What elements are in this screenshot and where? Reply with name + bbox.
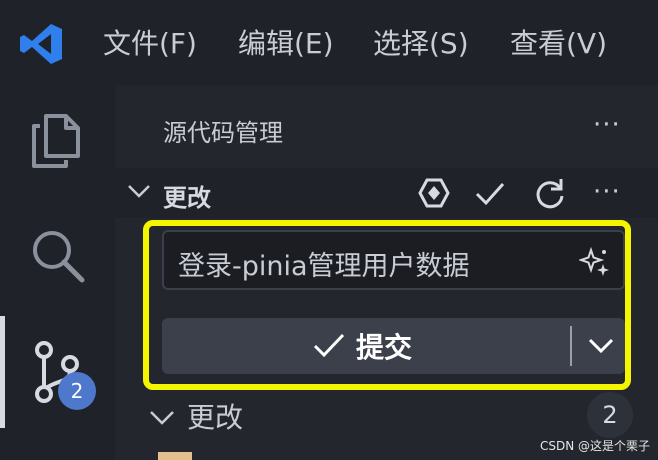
changes-group-header[interactable]: 更改 2 bbox=[115, 392, 658, 440]
vscode-logo-icon bbox=[20, 24, 62, 64]
active-view-indicator bbox=[0, 316, 5, 428]
chevron-down-icon[interactable] bbox=[127, 182, 151, 202]
highlight-annotation bbox=[143, 220, 631, 390]
sidebar-title: 源代码管理 bbox=[163, 119, 283, 147]
sidebar-header: 源代码管理 ··· bbox=[115, 85, 658, 168]
graph-icon[interactable] bbox=[417, 176, 451, 210]
menu-file[interactable]: 文件(F) bbox=[103, 22, 197, 66]
section-more-actions-icon[interactable]: ··· bbox=[593, 179, 621, 205]
file-icon bbox=[158, 452, 192, 460]
changes-chevron-down-icon[interactable] bbox=[149, 408, 175, 428]
changes-section-header[interactable]: 更改 ··· bbox=[115, 168, 658, 218]
commit-check-icon[interactable] bbox=[473, 176, 507, 210]
section-title: 更改 bbox=[163, 184, 211, 212]
menu-edit[interactable]: 编辑(E) bbox=[238, 22, 334, 66]
title-bar: 文件(F) 编辑(E) 选择(S) 查看(V) bbox=[0, 0, 658, 85]
refresh-icon[interactable] bbox=[533, 176, 567, 210]
menu-view[interactable]: 查看(V) bbox=[510, 22, 607, 66]
changes-count-badge: 2 bbox=[587, 392, 633, 438]
menu-selection[interactable]: 选择(S) bbox=[373, 22, 469, 66]
watermark: CSDN @这是个栗子 bbox=[539, 439, 650, 453]
search-icon[interactable] bbox=[30, 228, 86, 284]
explorer-icon[interactable] bbox=[30, 112, 82, 170]
changes-title: 更改 bbox=[187, 401, 244, 434]
more-actions-icon[interactable]: ··· bbox=[593, 112, 621, 138]
scm-badge: 2 bbox=[58, 372, 96, 410]
